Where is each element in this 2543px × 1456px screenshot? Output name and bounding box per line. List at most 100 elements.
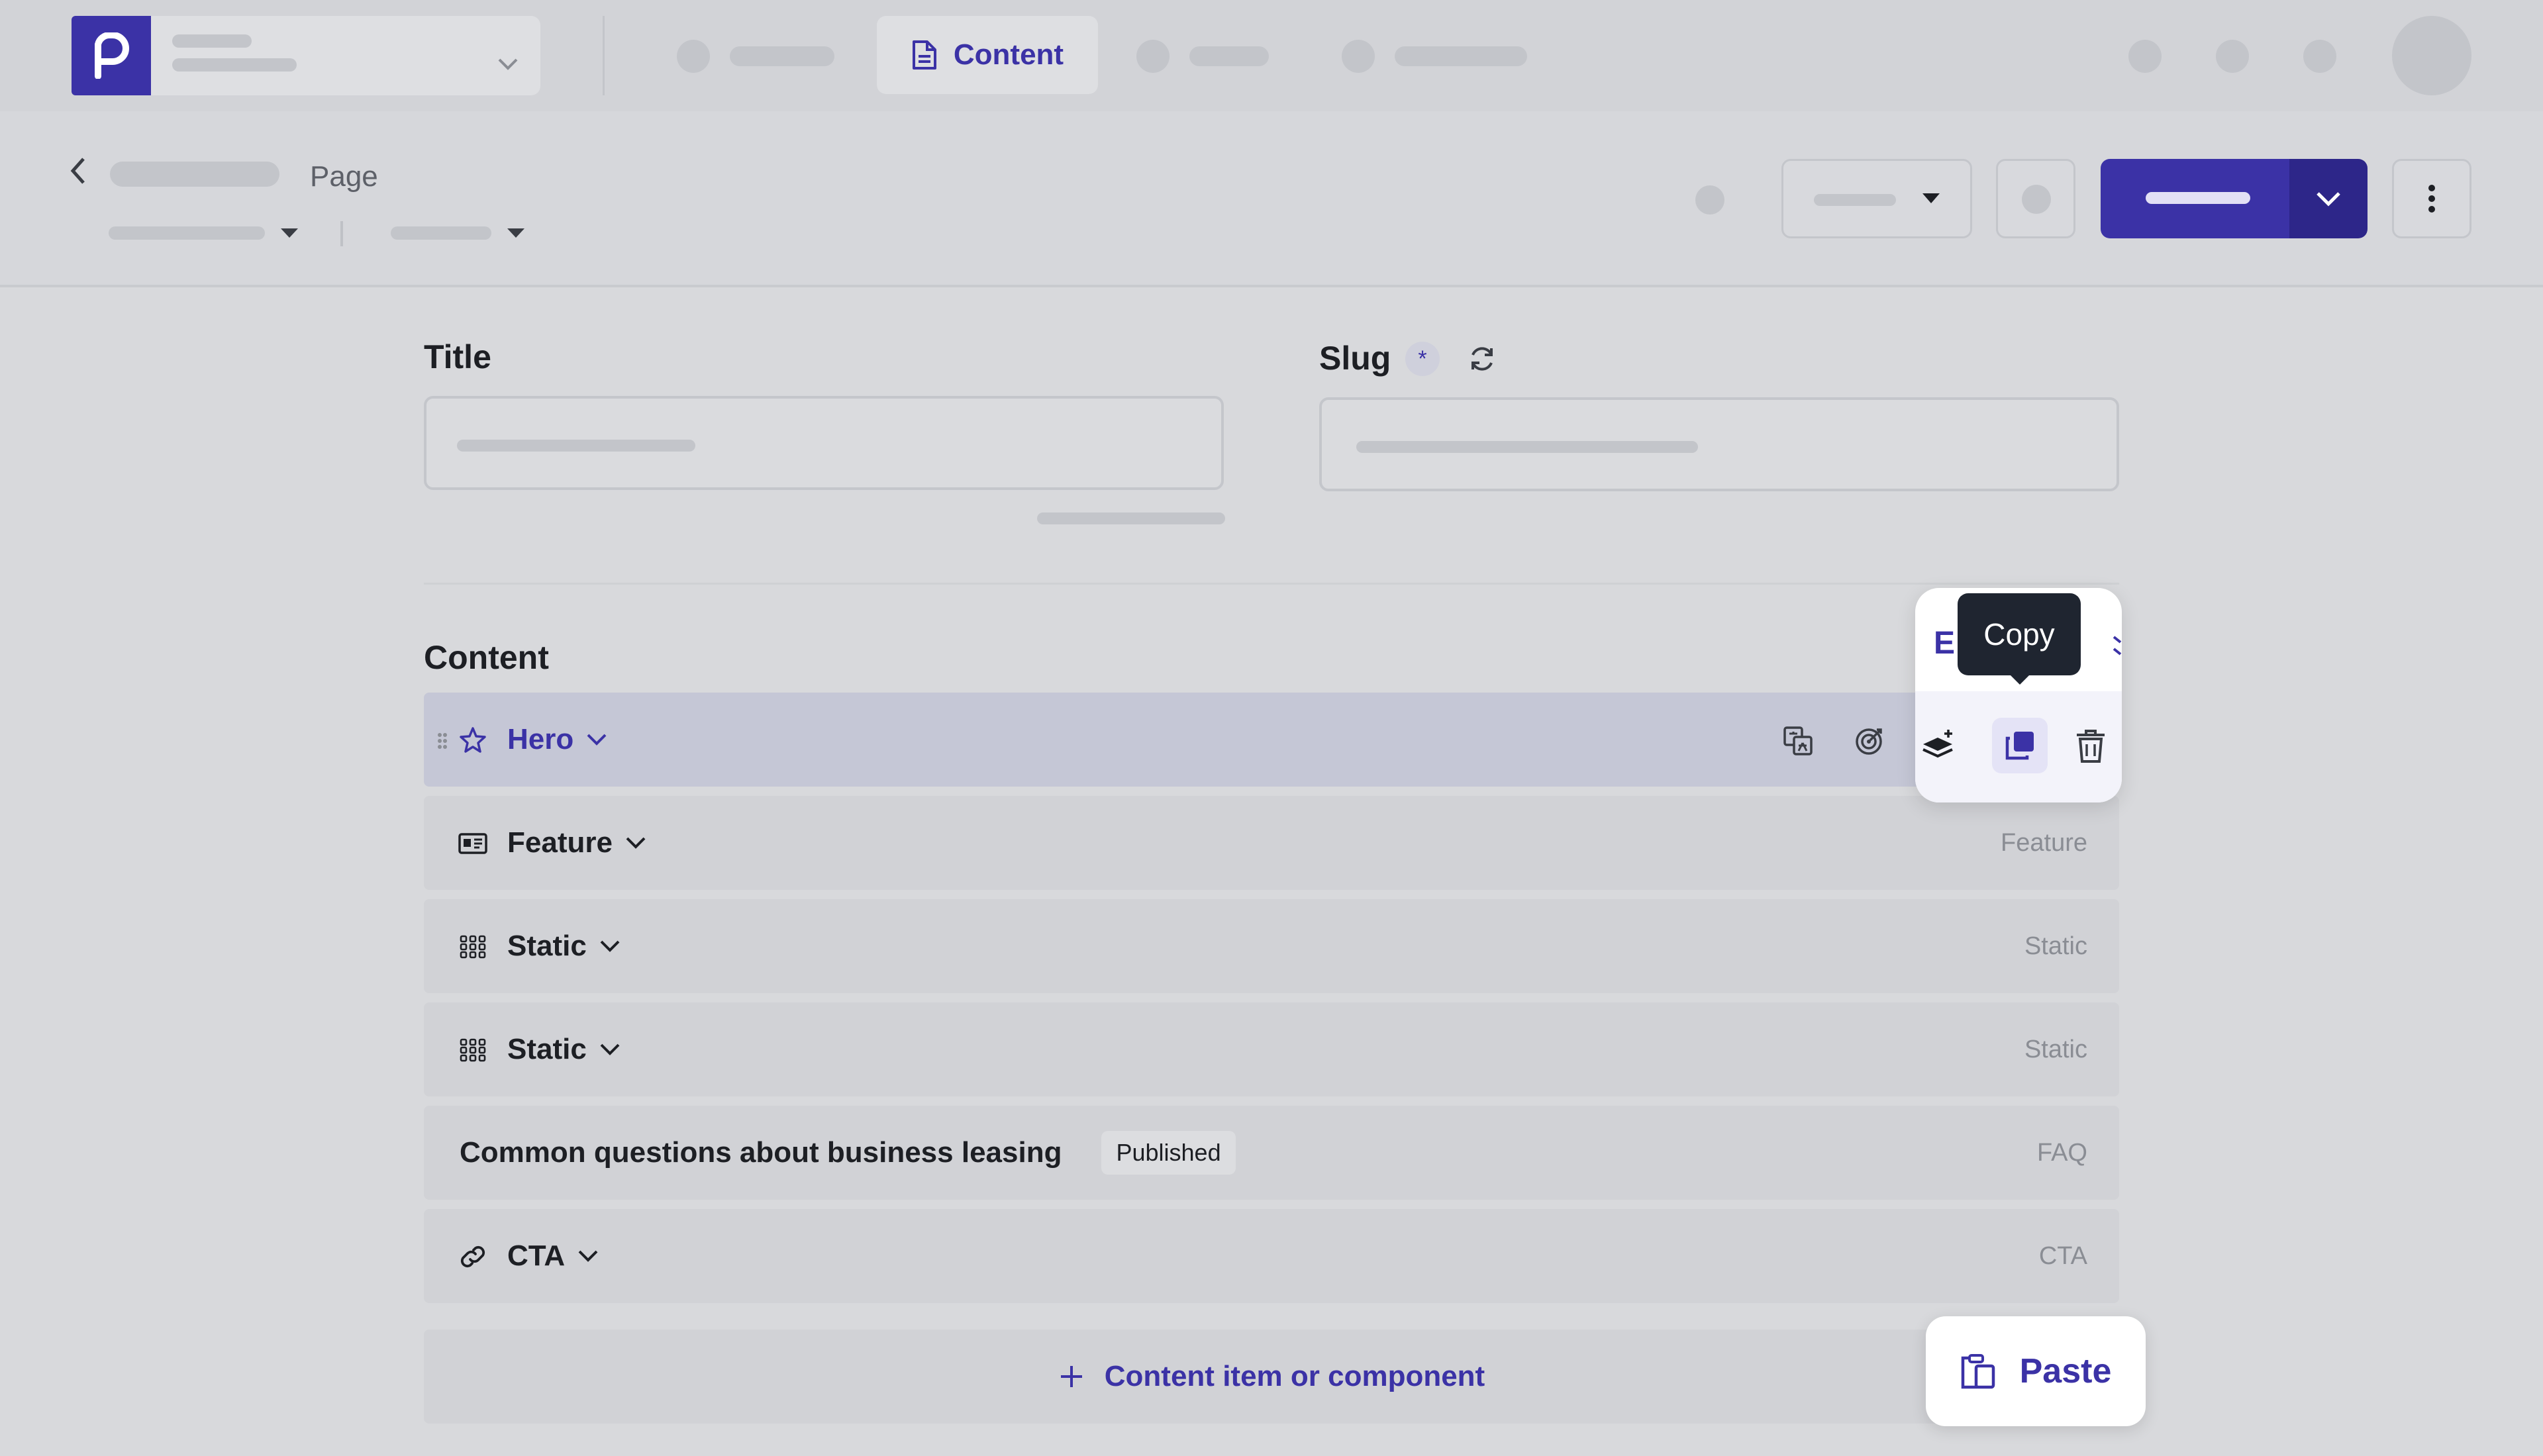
content-row-hero[interactable]: Hero: [424, 693, 2119, 787]
caret-down-icon: [281, 228, 298, 238]
translate-icon[interactable]: [1783, 726, 1813, 756]
static-label: Static: [507, 1033, 587, 1065]
preview-button[interactable]: [1996, 159, 2075, 238]
content-row-type: Static: [2024, 932, 2087, 960]
caret-down-icon: [507, 228, 524, 238]
chevron-down-icon[interactable]: [599, 939, 621, 953]
content-row-faq[interactable]: Common questions about business leasing …: [424, 1106, 2119, 1200]
status-indicator: [1695, 185, 1724, 215]
grid-icon: [460, 1038, 486, 1062]
content-row-name: Feature: [507, 796, 647, 890]
layers-add-icon[interactable]: [1920, 728, 1956, 764]
nav-tab-4[interactable]: [1342, 40, 1527, 73]
content-row-name: Static: [507, 1002, 621, 1096]
tooltip-arrow: [2009, 674, 2030, 685]
content-row-type: FAQ: [2036, 1138, 2087, 1167]
add-content-label: Content item or component: [1104, 1360, 1485, 1392]
id-card-icon: [458, 833, 487, 854]
content-row-name: CTA: [507, 1209, 599, 1303]
nav-divider: [603, 16, 605, 95]
link-icon: [460, 1245, 485, 1268]
caret-down-icon: [1922, 193, 1940, 203]
app-logo[interactable]: [72, 16, 151, 95]
copy-button[interactable]: [1992, 718, 2048, 773]
header-filter-1[interactable]: [109, 226, 299, 240]
filter-2-placeholder: [391, 226, 491, 240]
nav-icon-button-3[interactable]: [2303, 40, 2336, 73]
faq-entry-title: Common questions about business leasing: [460, 1136, 1062, 1169]
workspace-selector[interactable]: [151, 16, 540, 95]
hero-label: Hero: [507, 723, 574, 755]
kebab-menu-icon: [2428, 185, 2435, 213]
nav-icon-button-1[interactable]: [2128, 40, 2162, 73]
content-heading: Content: [424, 639, 549, 676]
add-content-button[interactable]: Content item or component: [424, 1330, 2119, 1424]
nav-icon-button-2[interactable]: [2216, 40, 2249, 73]
chevron-down-icon[interactable]: [577, 1249, 599, 1263]
refresh-icon[interactable]: [1468, 344, 1497, 373]
chevron-down-icon: [498, 58, 518, 70]
content-row-type: Feature: [2001, 828, 2087, 857]
chevron-down-icon: [2317, 192, 2340, 207]
tab-content[interactable]: Content: [877, 16, 1098, 94]
workspace-name-placeholder: [172, 34, 252, 48]
content-row-type: Static: [2024, 1035, 2087, 1063]
publish-button[interactable]: [2101, 159, 2289, 238]
clipboard-paste-icon: [1961, 1354, 1995, 1389]
feature-label: Feature: [507, 826, 613, 859]
header-filter-2[interactable]: [391, 226, 526, 240]
copy-tooltip: Copy: [1958, 593, 2081, 675]
nav-tab-1[interactable]: [677, 40, 834, 73]
publish-dropdown-button[interactable]: [2289, 159, 2368, 238]
copy-icon: [2005, 732, 2034, 760]
content-row-feature[interactable]: Feature Feature: [424, 796, 2119, 890]
paste-button[interactable]: Paste: [1926, 1316, 2146, 1426]
header-select-placeholder: [1814, 194, 1896, 206]
slug-input[interactable]: [1319, 397, 2119, 491]
more-options-button[interactable]: [2392, 159, 2471, 238]
slug-required-badge: *: [1405, 342, 1440, 376]
logo-p-icon: [95, 32, 129, 79]
filter-1-placeholder: [109, 226, 265, 240]
back-arrow-icon[interactable]: [69, 156, 87, 185]
content-row-name: Static: [507, 899, 621, 993]
title-char-count-placeholder: [1037, 512, 1225, 524]
avatar[interactable]: [2392, 16, 2471, 95]
grid-icon: [460, 935, 486, 959]
content-row-cta[interactable]: CTA CTA: [424, 1209, 2119, 1303]
preview-icon: [2022, 185, 2051, 214]
content-row-static-2[interactable]: Static Static: [424, 1002, 2119, 1096]
slug-value-placeholder: [1356, 441, 1698, 453]
document-icon: [912, 40, 936, 70]
static-label: Static: [507, 930, 587, 962]
publish-label-placeholder: [2146, 192, 2250, 204]
title-input[interactable]: [424, 396, 1224, 490]
header-filter-divider: [340, 221, 343, 246]
page-type-label: Page: [310, 160, 378, 193]
nav-tab-4-icon: [1342, 40, 1375, 73]
chevron-down-icon[interactable]: [599, 1042, 621, 1057]
title-label: Title: [424, 338, 491, 375]
chevron-down-icon[interactable]: [624, 836, 647, 850]
trash-icon[interactable]: [2074, 728, 2107, 764]
workspace-subtitle-placeholder: [172, 58, 297, 72]
content-row-type: CTA: [2038, 1241, 2087, 1270]
nav-tab-3-label-placeholder: [1189, 46, 1269, 66]
nav-tab-1-icon: [677, 40, 710, 73]
chevron-down-icon[interactable]: [585, 732, 608, 747]
expand-chevron-icon: [2113, 636, 2122, 655]
title-value-placeholder: [457, 440, 695, 452]
cta-label: CTA: [507, 1239, 566, 1272]
nav-tab-3[interactable]: [1136, 40, 1269, 73]
content-row-static-1[interactable]: Static Static: [424, 899, 2119, 993]
paste-label: Paste: [2019, 1352, 2112, 1390]
nav-tab-4-label-placeholder: [1395, 46, 1527, 66]
target-icon[interactable]: [1854, 726, 1885, 756]
header-select[interactable]: [1781, 159, 1972, 238]
section-divider: [424, 583, 2119, 585]
content-row-name: Common questions about business leasing …: [460, 1106, 1236, 1200]
drag-handle-icon[interactable]: [437, 732, 448, 750]
page-title-placeholder: [110, 162, 279, 187]
star-icon: [460, 727, 486, 753]
nav-tab-1-label-placeholder: [730, 46, 834, 66]
